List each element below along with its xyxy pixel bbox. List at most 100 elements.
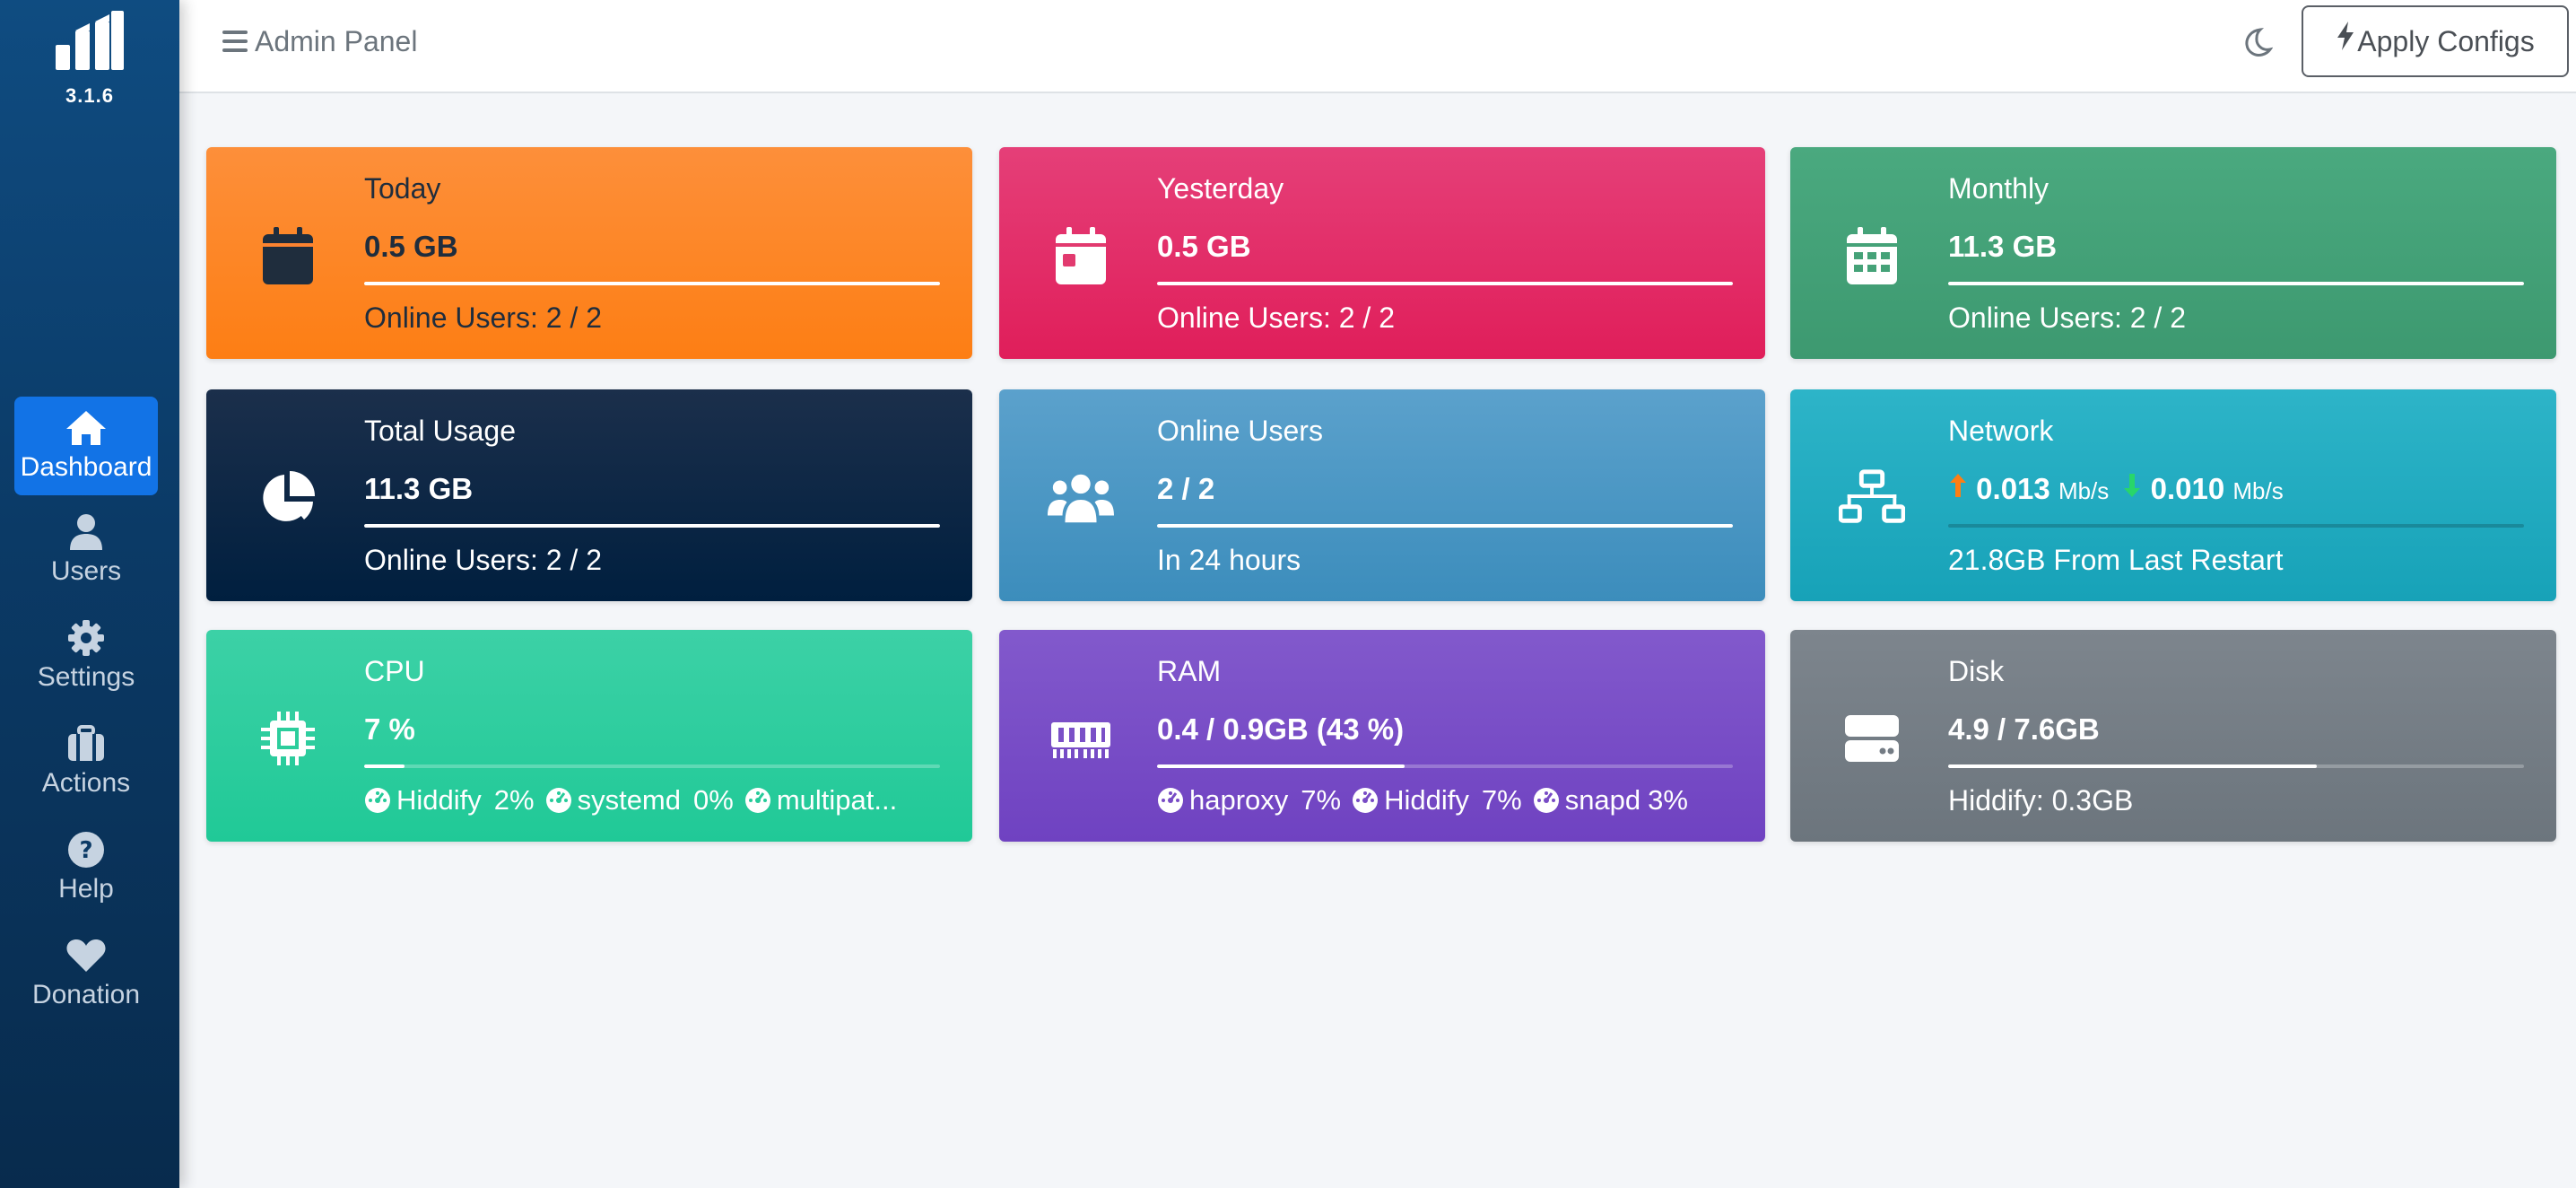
card-progress — [364, 524, 940, 528]
card-title: RAM — [1157, 655, 1222, 687]
card-value: 4.9 / 7.6GB — [1948, 712, 2100, 746]
home-icon — [14, 407, 158, 449]
sidebar-item-label: Donation — [31, 980, 141, 1009]
card-description: Online Users: 2 / 2 — [1157, 301, 1395, 334]
card-progress — [364, 282, 940, 285]
process-percent: 2% — [493, 784, 535, 816]
app-version: 3.1.6 — [65, 84, 114, 107]
card-value: 11.3 GB — [364, 472, 474, 505]
gauge-icon — [1353, 788, 1379, 813]
card-value: 11.3 GB — [1948, 230, 2058, 263]
card-today[interactable]: Today 0.5 GB Online Users: 2 / 2 — [206, 147, 972, 359]
dark-mode-toggle[interactable] — [2242, 27, 2274, 62]
card-title: CPU — [364, 655, 425, 687]
card-title: Yesterday — [1157, 172, 1284, 205]
arrow-up-icon — [1950, 474, 1966, 497]
apply-configs-label: Apply Configs — [2357, 24, 2535, 57]
users-icon — [1048, 465, 1114, 531]
card-progress — [364, 764, 940, 768]
process-item: systemd 0% — [545, 784, 734, 817]
gauge-icon — [744, 788, 770, 813]
card-progress-fill — [1157, 282, 1733, 285]
upload-speed-value: 0.013 — [1976, 472, 2050, 505]
card-description: Online Users: 2 / 2 — [364, 301, 602, 334]
calendar-icon — [255, 223, 321, 289]
sidebar-item-label: Settings — [37, 662, 135, 692]
gauge-icon — [1533, 788, 1559, 813]
process-name: haproxy — [1189, 784, 1289, 816]
card-yesterday[interactable]: Yesterday 0.5 GB Online Users: 2 / 2 — [999, 147, 1765, 359]
cpu-progress-fill — [364, 764, 405, 768]
process-name: Hiddify — [1384, 784, 1469, 816]
card-ram[interactable]: RAM 0.4 / 0.9GB (43 %) haproxy 7% Hiddif… — [999, 630, 1765, 842]
apply-configs-button[interactable]: Apply Configs — [2302, 5, 2569, 77]
sidebar-item-donation[interactable]: Donation — [14, 924, 158, 1023]
moon-icon — [2245, 28, 2274, 57]
card-description: Online Users: 2 / 2 — [1948, 301, 2186, 334]
card-online-users[interactable]: Online Users 2 / 2 In 24 hours — [999, 389, 1765, 601]
arrow-down-icon — [2124, 474, 2141, 497]
card-progress-fill — [1948, 282, 2524, 285]
process-list: haproxy 7% Hiddify 7% snapd 3% — [1157, 784, 1699, 817]
sidebar-item-dashboard[interactable]: Dashboard — [14, 397, 158, 495]
download-speed-unit: Mb/s — [2232, 477, 2284, 504]
card-value: 0.5 GB — [1157, 230, 1251, 263]
card-title: Online Users — [1157, 415, 1323, 447]
card-monthly[interactable]: Monthly 11.3 GB Online Users: 2 / 2 — [1790, 147, 2556, 359]
upload-speed-unit: Mb/s — [2058, 477, 2110, 504]
sidebar-item-settings[interactable]: Settings — [14, 607, 158, 705]
gauge-icon — [1158, 788, 1183, 813]
svg-text:?: ? — [79, 837, 92, 864]
page-title: Admin Panel — [255, 25, 418, 57]
gear-icon — [14, 617, 158, 659]
process-percent: 7% — [1481, 784, 1522, 816]
process-percent: 3% — [1648, 784, 1688, 816]
download-speed-value: 0.010 — [2150, 472, 2225, 505]
logo[interactable]: 3.1.6 — [0, 0, 179, 117]
process-percent: 7% — [1301, 784, 1342, 816]
card-cpu[interactable]: CPU 7 % Hiddify 2% systemd 0% multipat..… — [206, 630, 972, 842]
process-item: snapd 3% — [1533, 784, 1688, 817]
sidebar-item-help[interactable]: ? Help — [14, 818, 158, 917]
card-description: Online Users: 2 / 2 — [364, 544, 602, 576]
card-value: 2 / 2 — [1157, 472, 1215, 505]
card-description: 21.8GB From Last Restart — [1948, 544, 2284, 576]
cpu-chip-icon — [255, 705, 321, 772]
card-title: Today — [364, 172, 441, 205]
card-network[interactable]: Network 0.013 Mb/s 0.010 Mb/s 21.8GB Fro… — [1790, 389, 2556, 601]
card-progress — [1157, 764, 1733, 768]
process-list: Hiddify 2% systemd 0% multipat... — [364, 784, 908, 817]
calendar-day-icon — [1048, 223, 1114, 289]
card-total-usage[interactable]: Total Usage 11.3 GB Online Users: 2 / 2 — [206, 389, 972, 601]
user-icon — [14, 511, 158, 553]
sidebar-item-users[interactable]: Users — [14, 501, 158, 599]
card-description: In 24 hours — [1157, 544, 1301, 576]
hard-drive-icon — [1839, 705, 1905, 772]
menu-toggle-icon[interactable] — [222, 29, 248, 54]
disk-progress-fill — [1948, 764, 2317, 768]
card-disk[interactable]: Disk 4.9 / 7.6GB Hiddify: 0.3GB — [1790, 630, 2556, 842]
card-title: Disk — [1948, 655, 2005, 687]
process-percent: 0% — [693, 784, 734, 816]
process-item: haproxy 7% — [1157, 784, 1341, 817]
card-progress — [1157, 524, 1733, 528]
process-item: multipat... — [744, 784, 897, 817]
sidebar-item-label: Dashboard — [20, 452, 152, 482]
sidebar-item-actions[interactable]: Actions — [14, 712, 158, 811]
process-name: Hiddify — [396, 784, 482, 816]
card-progress — [1948, 524, 2524, 528]
briefcase-icon — [14, 723, 158, 764]
process-name: multipat... — [776, 784, 898, 816]
card-title: Network — [1948, 415, 2054, 447]
gauge-icon — [545, 788, 571, 813]
process-item: Hiddify 7% — [1352, 784, 1522, 817]
pie-chart-icon — [255, 465, 321, 531]
card-description: Hiddify: 0.3GB — [1948, 784, 2134, 817]
card-progress — [1948, 764, 2524, 768]
top-bar: Admin Panel Apply Configs — [179, 0, 2576, 93]
gauge-icon — [365, 788, 390, 813]
card-value: 7 % — [364, 712, 415, 746]
ram-progress-fill — [1157, 764, 1405, 768]
card-progress — [1157, 282, 1733, 285]
calendar-grid-icon — [1839, 223, 1905, 289]
